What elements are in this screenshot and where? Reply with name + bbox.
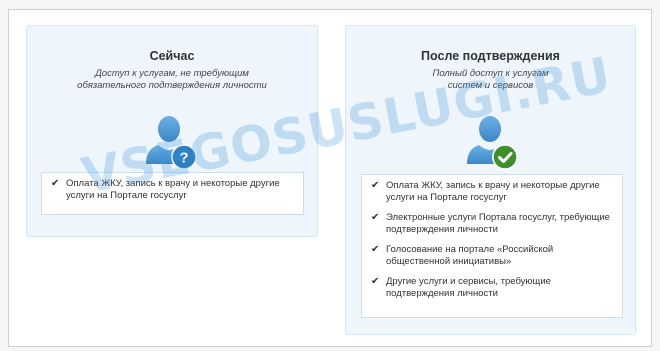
list-item-text: Электронные услуги Портала госуслуг, тре…: [386, 212, 610, 235]
after-confirmation-panel: После подтверждения Полный доступ к услу…: [345, 25, 636, 335]
subtitle-line: Доступ к услугам, не требующим: [95, 68, 249, 79]
checkmark-icon: ✔: [371, 244, 380, 255]
panel-subtitle: Доступ к услугам, не требующим обязатель…: [37, 68, 307, 92]
user-avatar-icon: [465, 112, 521, 172]
list-item: ✔ Другие услуги и сервисы, требующие под…: [370, 276, 614, 299]
checkmark-icon: ✔: [51, 178, 60, 189]
subtitle-line: обязательного подтверждения личности: [77, 80, 267, 91]
checkmark-badge-icon: [492, 144, 518, 170]
svg-text:?: ?: [179, 150, 188, 167]
services-list: ✔ Оплата ЖКУ, запись к врачу и некоторые…: [41, 172, 304, 215]
list-item-text: Голосование на портале «Российской общес…: [386, 244, 554, 267]
list-item: ✔ Оплата ЖКУ, запись к врачу и некоторые…: [370, 180, 614, 203]
current-access-panel: Сейчас Доступ к услугам, не требующим об…: [26, 25, 318, 237]
list-item-text: Оплата ЖКУ, запись к врачу и некоторые д…: [66, 178, 280, 201]
services-list: ✔ Оплата ЖКУ, запись к врачу и некоторые…: [361, 174, 623, 318]
list-item-text: Оплата ЖКУ, запись к врачу и некоторые д…: [386, 180, 600, 203]
checkmark-icon: ✔: [371, 276, 380, 287]
user-avatar-icon: ?: [144, 112, 200, 172]
panel-title: Сейчас: [149, 49, 195, 63]
subtitle-line: Полный доступ к услугам: [432, 68, 549, 79]
checkmark-icon: ✔: [371, 180, 380, 191]
checkmark-icon: ✔: [371, 212, 380, 223]
list-item-text: Другие услуги и сервисы, требующие подтв…: [386, 276, 551, 299]
panel-subtitle: Полный доступ к услугам систем и сервисо…: [356, 68, 625, 92]
list-item: ✔ Электронные услуги Портала госуслуг, т…: [370, 212, 614, 235]
list-item: ✔ Голосование на портале «Российской общ…: [370, 244, 614, 267]
question-icon: ?: [171, 144, 197, 170]
panel-title: После подтверждения: [421, 49, 560, 63]
list-item: ✔ Оплата ЖКУ, запись к врачу и некоторые…: [50, 178, 295, 201]
subtitle-line: систем и сервисов: [447, 80, 534, 91]
